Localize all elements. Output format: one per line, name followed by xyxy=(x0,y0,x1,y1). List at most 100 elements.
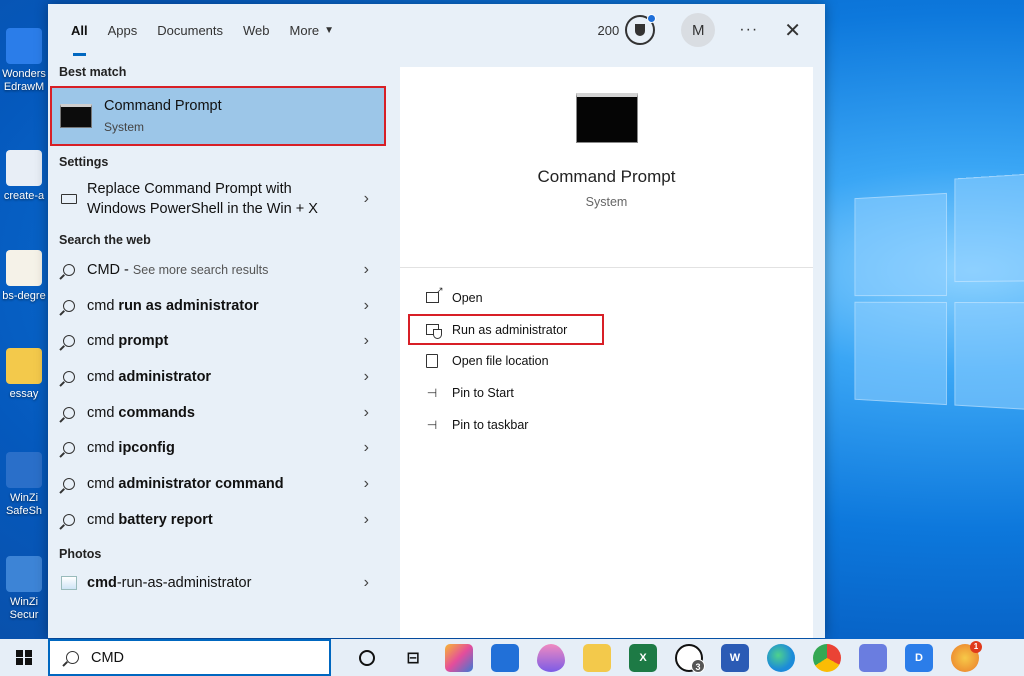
paint-icon[interactable] xyxy=(537,643,565,672)
keyboard-icon xyxy=(59,194,79,204)
desktop-icon-label: SafeSh xyxy=(5,505,43,517)
edge-icon[interactable] xyxy=(767,643,795,672)
file-explorer-icon[interactable] xyxy=(583,643,611,672)
action-pin-to-taskbar[interactable]: ⊣ Pin to taskbar xyxy=(400,409,813,441)
weather-icon[interactable]: 1 xyxy=(951,640,982,672)
rewards-trophy-icon[interactable] xyxy=(625,14,657,45)
web-result-see-more[interactable]: CMD - See more search results › xyxy=(48,252,393,288)
web-result-prefix: cmd xyxy=(87,440,119,457)
desktop-icon-label: Secur xyxy=(9,609,39,621)
open-icon xyxy=(424,285,444,305)
folder-icon xyxy=(6,348,42,384)
task-view-icon[interactable]: ⊟ xyxy=(399,644,427,672)
close-icon[interactable]: ✕ xyxy=(784,18,801,43)
whatsapp-badge: 3 xyxy=(691,658,705,673)
action-open-file-location[interactable]: Open file location xyxy=(400,345,813,377)
whatsapp-icon[interactable]: 3 xyxy=(675,643,705,673)
desktop-icon-winzip-secure[interactable]: WinZi Secur xyxy=(0,556,48,622)
tab-label: All xyxy=(71,22,88,38)
results-list: Best match Command Prompt System Setting… xyxy=(48,60,393,601)
search-icon xyxy=(59,299,79,312)
web-result[interactable]: cmd run as administrator › xyxy=(48,288,393,324)
best-match-command-prompt[interactable]: Command Prompt System xyxy=(50,86,386,146)
preview-actions: Open Run as administrator Open file loca… xyxy=(400,268,813,440)
desktop-icon-label: EdrawM xyxy=(3,81,45,93)
search-icon xyxy=(59,477,79,490)
tab-documents[interactable]: Documents xyxy=(147,4,233,56)
search-icon xyxy=(59,263,79,276)
chevron-right-icon: › xyxy=(363,474,369,492)
web-result[interactable]: cmd prompt › xyxy=(48,323,393,359)
weather-notification-badge: 1 xyxy=(970,640,982,653)
chevron-right-icon: › xyxy=(363,403,369,421)
desktop-icon-bs-degree[interactable]: bs-degre xyxy=(0,250,48,303)
search-icon xyxy=(59,370,79,383)
tab-web[interactable]: Web xyxy=(233,4,280,56)
teams-icon[interactable] xyxy=(859,643,887,672)
chevron-right-icon: › xyxy=(363,510,369,528)
web-result-bold: battery report xyxy=(118,511,213,528)
cortana-icon[interactable] xyxy=(353,644,381,672)
search-icon xyxy=(59,513,79,526)
start-button[interactable] xyxy=(0,639,48,676)
chevron-right-icon: › xyxy=(363,367,369,385)
tab-apps[interactable]: Apps xyxy=(98,4,148,56)
web-result-bold: commands xyxy=(118,404,195,421)
section-heading-best-match: Best match xyxy=(59,65,127,79)
image-icon xyxy=(59,576,79,591)
web-result-prefix: cmd xyxy=(87,368,119,385)
desktop-icon-essay[interactable]: essay xyxy=(0,348,48,401)
web-result-prefix: cmd xyxy=(87,404,119,421)
desktop-icon-winzip-safeshare[interactable]: WinZi SafeSh xyxy=(0,452,48,518)
desktop-icon-create-a[interactable]: create-a xyxy=(0,150,48,203)
word-icon[interactable]: W xyxy=(721,643,749,672)
chevron-right-icon: › xyxy=(363,439,369,457)
tab-all[interactable]: All xyxy=(61,4,98,56)
web-result[interactable]: cmd administrator › xyxy=(48,359,393,395)
edraw-icon[interactable]: D xyxy=(905,643,933,672)
action-label: Run as administrator xyxy=(452,322,568,337)
microsoft-store-icon[interactable] xyxy=(491,643,519,672)
copilot-icon[interactable] xyxy=(445,643,473,672)
photo-result[interactable]: cmd -run-as-administrator › xyxy=(48,566,393,602)
chevron-right-icon: › xyxy=(363,332,369,350)
search-tabs-bar: All Apps Documents Web More ▼ 200 M ··· ✕ xyxy=(48,4,825,56)
desktop-icon-label: bs-degre xyxy=(2,290,46,302)
settings-result-line2: Windows PowerShell in the Win + X xyxy=(87,201,318,217)
best-match-title: Command Prompt xyxy=(104,98,222,114)
desktop-icon-label: create-a xyxy=(3,190,45,202)
excel-icon[interactable]: X xyxy=(629,643,657,672)
action-pin-to-start[interactable]: ⊣ Pin to Start xyxy=(400,377,813,409)
preview-header: Command Prompt System xyxy=(400,93,813,268)
tab-more[interactable]: More ▼ xyxy=(280,4,345,56)
search-icon xyxy=(66,651,79,664)
action-run-as-administrator[interactable]: Run as administrator xyxy=(408,313,604,346)
action-label: Open xyxy=(452,290,483,305)
web-result-prefix: cmd xyxy=(87,475,119,492)
file-location-icon xyxy=(424,354,440,369)
wallpaper-windows-logo xyxy=(854,170,1024,426)
action-label: Pin to Start xyxy=(452,385,514,400)
certificate-thumbnail-icon xyxy=(6,250,42,286)
web-result[interactable]: cmd ipconfig › xyxy=(48,430,393,466)
settings-result[interactable]: Replace Command Prompt with Windows Powe… xyxy=(48,174,393,224)
web-result-hint: See more search results xyxy=(132,262,269,277)
more-options-icon[interactable]: ··· xyxy=(739,21,758,39)
pin-icon: ⊣ xyxy=(426,385,438,400)
chrome-icon[interactable] xyxy=(813,643,841,672)
desktop-icon-label: essay xyxy=(9,388,39,400)
taskbar-search-input[interactable]: CMD xyxy=(48,639,331,676)
web-result-bold: ipconfig xyxy=(118,440,175,457)
web-result[interactable]: cmd administrator command › xyxy=(48,466,393,502)
web-result[interactable]: cmd battery report › xyxy=(48,502,393,538)
desktop-icon-label: Wonders xyxy=(2,68,46,80)
action-open[interactable]: Open xyxy=(400,282,813,314)
command-prompt-large-icon xyxy=(575,93,638,143)
tab-label: More xyxy=(289,22,320,38)
desktop-icon-edraw[interactable]: Wonders EdrawM xyxy=(0,28,48,94)
web-result[interactable]: cmd commands › xyxy=(48,395,393,431)
desktop-icon-label: WinZi xyxy=(9,492,39,504)
photo-result-rest: -run-as-administrator xyxy=(116,575,252,592)
avatar[interactable]: M xyxy=(681,13,716,47)
action-label: Open file location xyxy=(452,354,549,369)
